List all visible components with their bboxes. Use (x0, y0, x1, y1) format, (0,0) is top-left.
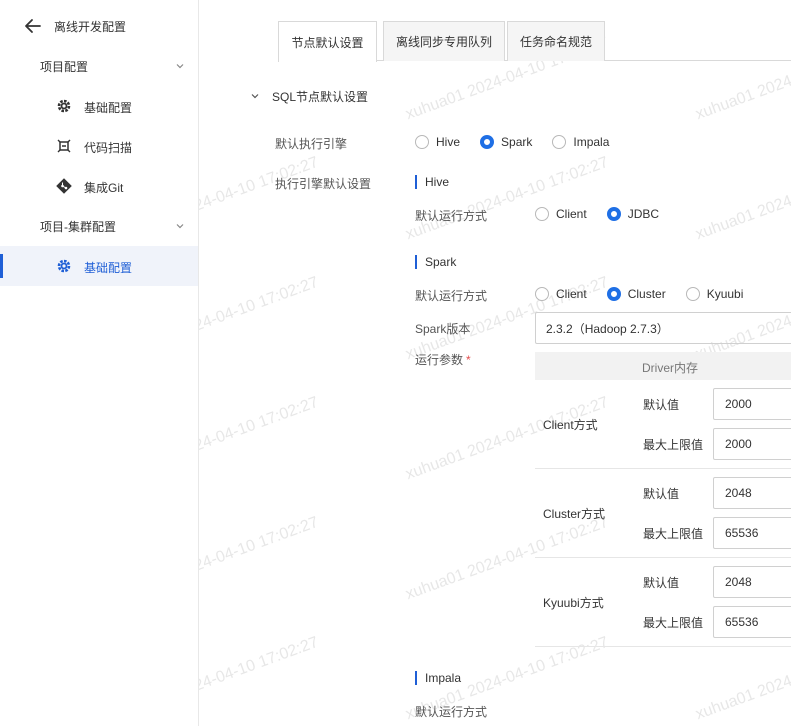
gear-icon (57, 99, 71, 113)
spark-subheading: Spark (415, 255, 456, 269)
tab-offline-sync-queue[interactable]: 离线同步专用队列 (383, 21, 505, 61)
radio-label: Hive (436, 135, 461, 149)
run-params-table: Driver内存 Client方式 默认值 2000 最大上限值 2000 Cl… (535, 352, 791, 647)
radio-label: Spark (501, 135, 533, 149)
run-params-label: 运行参数 * (415, 351, 471, 368)
sidebar-item-cluster-basic-config[interactable]: 基础配置 (0, 246, 198, 286)
radio-label: Client (556, 287, 587, 301)
watermark: xuhua01 2024-04-10 17:02:27 (693, 154, 791, 244)
radio-dot[interactable] (685, 287, 700, 301)
required-mark: * (466, 353, 471, 367)
tab-task-naming[interactable]: 任务命名规范 (507, 21, 605, 61)
hive-run-mode-label: 默认运行方式 (415, 209, 488, 223)
spark-version-value: 2.3.2（Hadoop 2.7.3） (546, 321, 669, 336)
radio-spark-client[interactable]: Client (535, 287, 587, 301)
row-mode-name: Cluster方式 (543, 507, 606, 521)
spark-version-select[interactable]: 2.3.2（Hadoop 2.7.3） (535, 312, 791, 344)
radio-label: Impala (573, 135, 610, 149)
row-mode-name: Kyuubi方式 (543, 596, 604, 610)
default-value-label: 默认值 (643, 398, 680, 412)
sidebar-item-git[interactable]: 集成Git (0, 166, 198, 206)
table-row: Kyuubi方式 默认值 2048 最大上限值 65536 (535, 558, 791, 647)
kyuubi-default-input[interactable]: 2048 (713, 566, 791, 598)
arrow-left-icon[interactable] (24, 18, 42, 34)
section-title: SQL节点默认设置 (272, 90, 369, 104)
engine-radio-group: Hive Spark Impala (415, 135, 629, 149)
hive-run-mode-radio-group: Client JDBC (535, 207, 679, 221)
sidebar-group-project-cluster[interactable]: 项目-集群配置 (0, 206, 198, 246)
watermark: xuhua01 2024-04-10 17:02:27 (693, 634, 791, 724)
engine-label: 默认执行引擎 (275, 137, 348, 151)
sidebar-item-label: 代码扫描 (84, 141, 133, 155)
column-header-driver-memory: Driver内存 (642, 361, 698, 375)
impala-subheading: Impala (415, 671, 461, 685)
chevron-down-icon (251, 94, 259, 99)
sidebar-item-label: 集成Git (84, 181, 124, 195)
radio-label: Cluster (627, 287, 666, 301)
radio-spark-cluster[interactable]: Cluster (606, 287, 666, 301)
run-params-label-text: 运行参数 (415, 353, 464, 367)
spark-run-mode-label: 默认运行方式 (415, 289, 488, 303)
sidebar-item-basic-config[interactable]: 基础配置 (0, 86, 198, 126)
cluster-default-input[interactable]: 2048 (713, 477, 791, 509)
radio-label: Client (556, 207, 587, 221)
sidebar-group-label: 项目-集群配置 (40, 220, 116, 234)
git-icon (56, 178, 72, 194)
table-header: Driver内存 (535, 352, 791, 380)
tab-node-defaults[interactable]: 节点默认设置 (278, 21, 377, 62)
sidebar-title: 离线开发配置 (54, 20, 127, 34)
kyuubi-max-input[interactable]: 65536 (713, 606, 791, 638)
impala-run-mode-label: 默认运行方式 (415, 705, 488, 719)
sidebar-header: 离线开发配置 (0, 6, 198, 46)
watermark: xuhua01 2024-04-10 17:02:27 (403, 153, 611, 244)
radio-dot[interactable] (606, 287, 621, 301)
max-value-label: 最大上限值 (643, 616, 704, 630)
default-value-label: 默认值 (643, 576, 680, 590)
gear-icon (57, 259, 71, 273)
radio-engine-spark[interactable]: Spark (480, 135, 532, 149)
radio-dot[interactable] (552, 135, 567, 149)
sidebar-group-project[interactable]: 项目配置 (0, 46, 198, 86)
sidebar-item-code-scan[interactable]: 代码扫描 (0, 126, 198, 166)
sidebar-item-label: 基础配置 (84, 101, 133, 115)
radio-label: Kyuubi (706, 287, 744, 301)
sidebar: 离线开发配置 项目配置 基础配置 代码扫描 集成Git 项目-集群配置 基础配置 (0, 0, 199, 726)
radio-spark-kyuubi[interactable]: Kyuubi (685, 287, 744, 301)
radio-dot[interactable] (480, 135, 495, 149)
max-value-label: 最大上限值 (643, 438, 704, 452)
tab-bar: 节点默认设置 离线同步专用队列 任务命名规范 (278, 21, 791, 62)
sidebar-item-label: 基础配置 (84, 261, 133, 275)
default-value-label: 默认值 (643, 487, 680, 501)
client-default-input[interactable]: 2000 (713, 388, 791, 420)
radio-dot[interactable] (535, 287, 549, 301)
radio-hive-client[interactable]: Client (535, 207, 587, 221)
chevron-down-icon (176, 224, 184, 229)
radio-dot[interactable] (535, 207, 549, 221)
spark-run-mode-radio-group: Client Cluster Kyuubi (535, 287, 763, 301)
bug-scan-icon (57, 139, 71, 153)
radio-engine-hive[interactable]: Hive (415, 135, 460, 149)
radio-engine-impala[interactable]: Impala (552, 135, 609, 149)
radio-hive-jdbc[interactable]: JDBC (606, 207, 660, 221)
radio-dot[interactable] (415, 135, 429, 149)
client-max-input[interactable]: 2000 (713, 428, 791, 460)
hive-subheading: Hive (415, 175, 449, 189)
cluster-max-input[interactable]: 65536 (713, 517, 791, 549)
sidebar-group-label: 项目配置 (40, 60, 89, 74)
table-row: Client方式 默认值 2000 最大上限值 2000 (535, 380, 791, 469)
spark-version-label: Spark版本 (415, 322, 471, 336)
row-mode-name: Client方式 (543, 418, 598, 432)
radio-dot[interactable] (606, 207, 621, 221)
max-value-label: 最大上限值 (643, 527, 704, 541)
table-row: Cluster方式 默认值 2048 最大上限值 65536 (535, 469, 791, 558)
radio-label: JDBC (627, 207, 660, 221)
engine-defaults-label: 执行引擎默认设置 (275, 177, 372, 191)
chevron-down-icon (176, 64, 184, 69)
